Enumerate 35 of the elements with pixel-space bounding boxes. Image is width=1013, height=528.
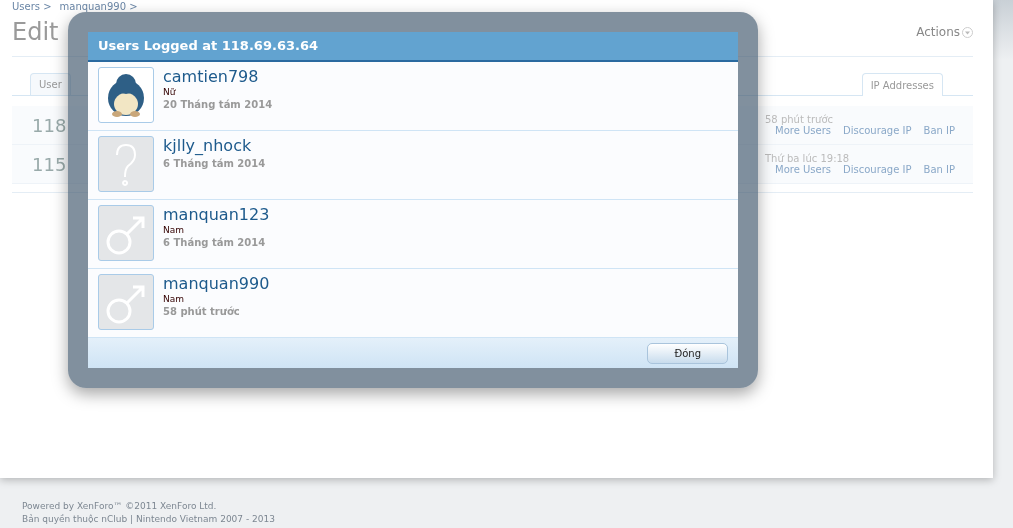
footer-text: Powered by XenForo™ ©2011 XenForo Ltd. (22, 500, 218, 513)
close-button[interactable]: Đóng (647, 342, 728, 364)
action-link[interactable]: Discourage IP (843, 164, 912, 175)
gender-text: Nam (163, 294, 184, 304)
ip-address: 115 (32, 153, 67, 175)
time-text: 58 phút trước (765, 114, 834, 125)
actions-menu[interactable]: Actions (916, 25, 973, 39)
username-link[interactable]: camtien798 (163, 67, 259, 87)
username-link[interactable]: kjlly_nhock (163, 136, 252, 156)
action-link[interactable]: More Users (775, 125, 831, 136)
male-symbol-icon (98, 205, 154, 261)
date-text: 20 Tháng tám 2014 (163, 99, 273, 110)
question-mark-icon (98, 136, 154, 192)
date-text: 58 phút trước (163, 306, 240, 317)
ip-address: 118 (32, 114, 67, 136)
footer-text: Bản quyền thuộc nClub | Nintendo Vietnam 2007 - 2013 (22, 513, 276, 526)
gender-text: Nam (163, 225, 184, 235)
tab[interactable]: User (30, 73, 71, 95)
date-text: 6 Tháng tám 2014 (163, 237, 266, 248)
date-text: 6 Tháng tám 2014 (163, 158, 266, 169)
dropdown-icon (962, 26, 973, 38)
action-link[interactable]: More Users (775, 164, 831, 175)
breadcrumb-link[interactable]: Users > (12, 1, 52, 12)
tab[interactable]: IP Addresses (861, 73, 943, 96)
username-link[interactable]: manquan990 (163, 274, 270, 294)
male-symbol-icon (98, 274, 154, 330)
action-link[interactable]: Discourage IP (843, 125, 912, 136)
time-text: Thứ ba lúc 19:18 (765, 153, 851, 164)
action-link[interactable]: Ban IP (923, 164, 955, 175)
breadcrumb-link[interactable]: manquan990 > (59, 1, 138, 12)
gender-text: Nữ (163, 87, 176, 97)
action-link[interactable]: Ban IP (923, 125, 955, 136)
dialog-title: Users Logged at 118.69.63.64 (88, 32, 738, 62)
page-title: Edit (12, 18, 59, 46)
username-link[interactable]: manquan123 (163, 205, 270, 225)
